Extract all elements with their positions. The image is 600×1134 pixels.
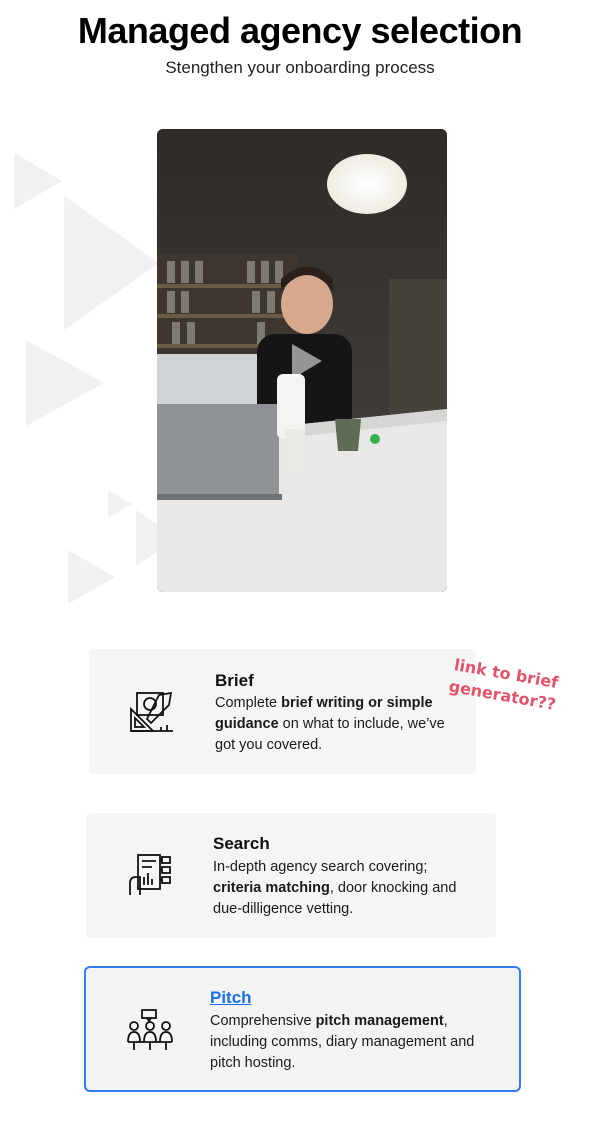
card-description: Comprehensive pitch management, includin… [210, 1013, 475, 1071]
page-title: Managed agency selection [77, 10, 523, 51]
ruler-pencil-icon [129, 691, 175, 738]
decorative-triangle [108, 490, 132, 518]
service-card-brief: Brief Complete brief writing or simple g… [89, 649, 476, 774]
document-search-icon [128, 853, 176, 902]
decorative-triangle [68, 550, 115, 604]
video-thumbnail [157, 129, 447, 592]
page-subtitle: Stengthen your onboarding process [165, 58, 435, 77]
card-description: In-depth agency search covering; criteri… [213, 859, 457, 917]
card-title: Search [213, 834, 270, 853]
card-description: Complete brief writing or simple guidanc… [215, 695, 445, 753]
pitch-link[interactable]: Pitch [210, 988, 252, 1008]
decorative-triangle [64, 196, 159, 330]
decorative-triangle [26, 340, 104, 426]
service-card-pitch[interactable]: Pitch Comprehensive pitch management, in… [84, 966, 521, 1092]
card-title: Brief [215, 671, 254, 690]
decorative-triangle [14, 153, 62, 209]
team-meeting-icon [126, 1008, 174, 1057]
video-player[interactable] [157, 129, 447, 592]
service-card-search: Search In-depth agency search covering; … [86, 813, 496, 938]
